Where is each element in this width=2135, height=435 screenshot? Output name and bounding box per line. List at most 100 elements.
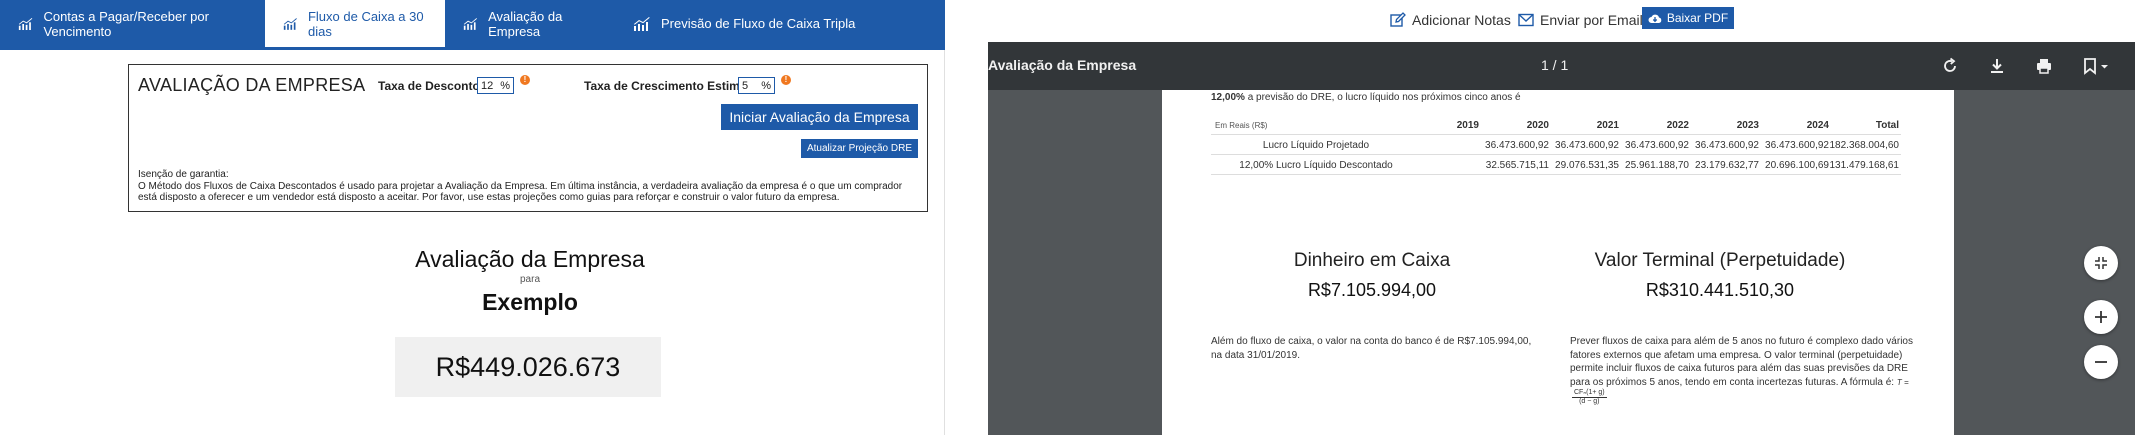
header-cell: 2021 [1596, 120, 1619, 131]
add-notes-label: Adicionar Notas [1412, 12, 1511, 28]
page-counter: 1 / 1 [1541, 57, 1569, 73]
plus-icon [2095, 311, 2107, 323]
tab-bar: Contas a Pagar/Receber por Vencimento Fl… [0, 0, 945, 50]
left-pane: Contas a Pagar/Receber por Vencimento Fl… [0, 0, 945, 435]
fit-page-icon [2095, 257, 2107, 269]
add-notes-button[interactable]: Adicionar Notas [1390, 10, 1511, 30]
row-label: 12,00% Lucro Líquido Descontado [1239, 160, 1393, 171]
header-cell: Total [1875, 120, 1899, 131]
rotate-icon[interactable] [1940, 56, 1960, 76]
terminal-text: Prever fluxos de caixa para além de 5 an… [1570, 336, 1913, 388]
right-pane: Adicionar Notas Enviar por Email Baixar … [988, 0, 2135, 435]
intro-rest: a previsão do DRE, o lucro líquido nos p… [1244, 92, 1521, 103]
form-title: AVALIAÇÃO DA EMPRESA [138, 75, 366, 95]
start-valuation-button[interactable]: Iniciar Avaliação da Empresa [721, 104, 918, 130]
unit-label: Em Reais (R$) [1215, 121, 1268, 130]
pdf-page: 12,00% a previsão do DRE, o lucro líquid… [1162, 90, 1954, 435]
bookmark-icon[interactable] [2081, 56, 2111, 76]
tab-triple-cash-flow-forecast[interactable]: Previsão de Fluxo de Caixa Tripla [615, 0, 945, 47]
cloud-download-icon [1648, 14, 1662, 23]
trend-chart-icon [634, 16, 650, 31]
table-cell: 131.479.168,61 [1829, 160, 1899, 171]
intro-rate: 12,00% [1211, 92, 1245, 103]
percent-suffix: % [500, 79, 510, 92]
intro-text: 12,00% a previsão do DRE, o lucro líquid… [1211, 92, 1521, 103]
tab-label: Contas a Pagar/Receber por Vencimento [43, 8, 209, 39]
discount-rate-label: Taxa de Desconto [378, 79, 480, 93]
percent-suffix: % [761, 79, 771, 92]
download-pdf-label: Baixar PDF [1666, 11, 1729, 25]
table-cell: 32.565.715,11 [1485, 160, 1549, 171]
valuation-form: AVALIAÇÃO DA EMPRESA Taxa de Desconto 12… [128, 64, 928, 212]
valuation-heading: Avaliação da Empresa [415, 246, 645, 272]
print-icon[interactable] [2034, 56, 2054, 76]
pdf-viewer-bar: Avaliação da Empresa 1 / 1 [988, 42, 2135, 90]
pdf-viewer: Avaliação da Empresa 1 / 1 12,00% a prev… [988, 42, 2135, 435]
cash-value: R$7.105.994,00 [1307, 280, 1437, 300]
table-row: 12,00% Lucro Líquido Descontado 32.565.7… [1211, 155, 1901, 175]
discount-rate-input[interactable]: 12 % [477, 77, 514, 94]
discount-info-icon[interactable]: ! [520, 75, 530, 85]
zoom-in-button[interactable] [2084, 300, 2118, 334]
pdf-title: Avaliação da Empresa [988, 57, 1137, 73]
download-pdf-button[interactable]: Baixar PDF [1642, 7, 1734, 29]
send-email-label: Enviar por Email [1540, 12, 1643, 28]
disclaimer-text: O Método dos Fluxos de Caixa Descontados… [138, 180, 903, 204]
disclaimer-title: Isenção de garantia: [138, 169, 229, 180]
fit-page-button[interactable] [2084, 246, 2118, 280]
download-icon[interactable] [1987, 56, 2007, 76]
terminal-description: Prever fluxos de caixa para além de 5 an… [1570, 335, 1920, 406]
cash-heading: Dinheiro em Caixa [1293, 250, 1451, 271]
table-cell: 25.961.188,70 [1625, 160, 1689, 171]
tab-payables-receivables[interactable]: Contas a Pagar/Receber por Vencimento [0, 0, 265, 47]
discount-rate-value: 12 [481, 79, 494, 92]
divider-gap [946, 0, 988, 435]
header-cell: 2024 [1806, 120, 1829, 131]
edit-icon [1390, 12, 1406, 27]
growth-rate-value: 5 [742, 79, 749, 92]
growth-rate-label: Taxa de Crescimento Estimada [584, 79, 761, 93]
table-cell: 36.473.600,92 [1485, 140, 1549, 151]
tab-business-valuation[interactable]: Avaliação da Empresa [445, 0, 615, 47]
formula-denominator: (d − g) [1579, 398, 1600, 405]
row-label: Lucro Líquido Projetado [1262, 140, 1370, 151]
header-cell: 2020 [1526, 120, 1549, 131]
trend-chart-icon [18, 17, 33, 30]
update-dre-projection-button[interactable]: Atualizar Projeção DRE [801, 139, 918, 158]
valuation-for: para [519, 274, 540, 285]
table-cell: 29.076.531,35 [1555, 160, 1619, 171]
formula-lhs: T = [1896, 377, 1909, 387]
table-cell: 20.696.100,69 [1765, 160, 1829, 171]
formula-fraction: CFₙ(1+ g) (d − g) [1572, 389, 1607, 406]
formula-numerator: CFₙ(1+ g) [1572, 389, 1607, 398]
minus-icon [2095, 361, 2107, 363]
table-cell: 23.179.632,77 [1695, 160, 1759, 171]
header-cell: 2019 [1456, 120, 1479, 131]
growth-info-icon[interactable]: ! [781, 75, 791, 85]
table-cell: 36.473.600,92 [1555, 140, 1619, 151]
table-cell: 182.368.004,60 [1829, 140, 1899, 151]
table-cell: 36.473.600,92 [1625, 140, 1689, 151]
cash-description: Além do fluxo de caixa, o valor na conta… [1211, 336, 1532, 361]
trend-chart-icon [463, 17, 478, 30]
growth-rate-input[interactable]: 5 % [738, 77, 775, 94]
terminal-value-heading: Valor Terminal (Perpetuidade) [1594, 250, 1846, 271]
disclaimer: Isenção de garantia: O Método dos Fluxos… [138, 169, 920, 204]
table-row: Lucro Líquido Projetado 36.473.600,92 36… [1211, 135, 1901, 155]
envelope-icon [1518, 13, 1534, 27]
terminal-value: R$310.441.510,30 [1645, 280, 1795, 300]
send-email-button[interactable]: Enviar por Email [1518, 10, 1643, 30]
table-cell: 36.473.600,92 [1695, 140, 1759, 151]
zoom-out-button[interactable] [2084, 345, 2118, 379]
valuation-value: R$449.026.673 [395, 337, 661, 397]
table-cell: 36.473.600,92 [1765, 140, 1829, 151]
company-name: Exemplo [482, 289, 578, 315]
table-header-row: Em Reais (R$) 2019 2020 2021 2022 2023 2… [1211, 115, 1901, 135]
tab-label: Previsão de Fluxo de Caixa Tripla [661, 16, 856, 31]
header-cell: 2022 [1666, 120, 1689, 131]
report-toolbar: Adicionar Notas Enviar por Email Baixar … [988, 0, 2135, 42]
trend-chart-icon [283, 17, 297, 30]
header-cell: 2023 [1736, 120, 1759, 131]
tab-cash-flow-30-days[interactable]: Fluxo de Caixa a 30 dias [265, 0, 445, 47]
tab-label: Fluxo de Caixa a 30 dias [307, 8, 424, 39]
